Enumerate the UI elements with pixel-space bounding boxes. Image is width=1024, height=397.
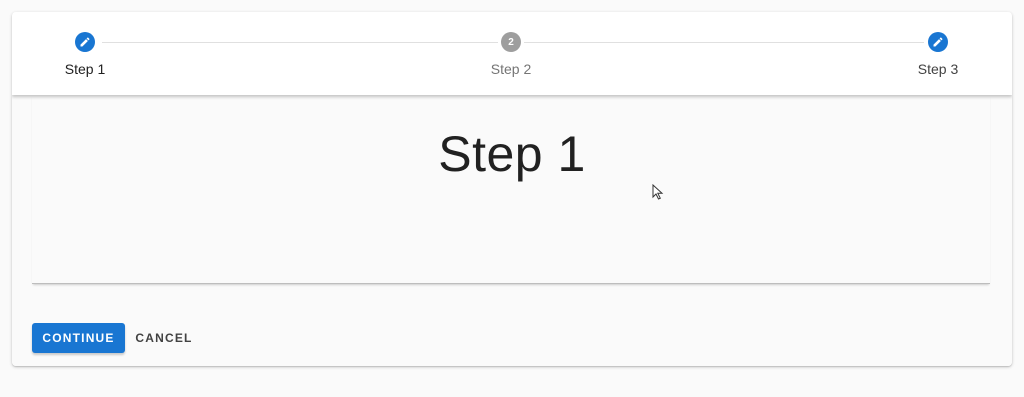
step-3-label: Step 3 [917, 61, 959, 77]
step-2-number: 2 [508, 36, 514, 48]
step-1[interactable]: Step 1 [45, 32, 125, 77]
cancel-button[interactable]: CANCEL [129, 323, 199, 353]
step-divider [102, 42, 498, 43]
step-3[interactable]: Step 3 [898, 32, 978, 77]
step-content: Step 1 CONTINUE CANCEL [12, 95, 1012, 366]
mouse-pointer-icon [652, 184, 664, 200]
step-2[interactable]: 2 Step 2 [471, 32, 551, 77]
stepper-card: Step 1 2 Step 2 Step 3 Step 1 CONTINUE C… [12, 12, 1012, 366]
step-1-avatar [75, 32, 95, 52]
step-1-label: Step 1 [64, 61, 106, 77]
step-3-avatar [928, 32, 948, 52]
step-2-avatar: 2 [501, 32, 521, 52]
pencil-icon [80, 37, 90, 47]
stepper-header: Step 1 2 Step 2 Step 3 [12, 12, 1012, 95]
pencil-icon [933, 37, 943, 47]
step-content-title: Step 1 [438, 126, 586, 182]
step-divider [524, 42, 924, 43]
continue-button[interactable]: CONTINUE [32, 323, 125, 353]
step-content-panel [32, 95, 990, 284]
step-2-label: Step 2 [490, 61, 532, 77]
